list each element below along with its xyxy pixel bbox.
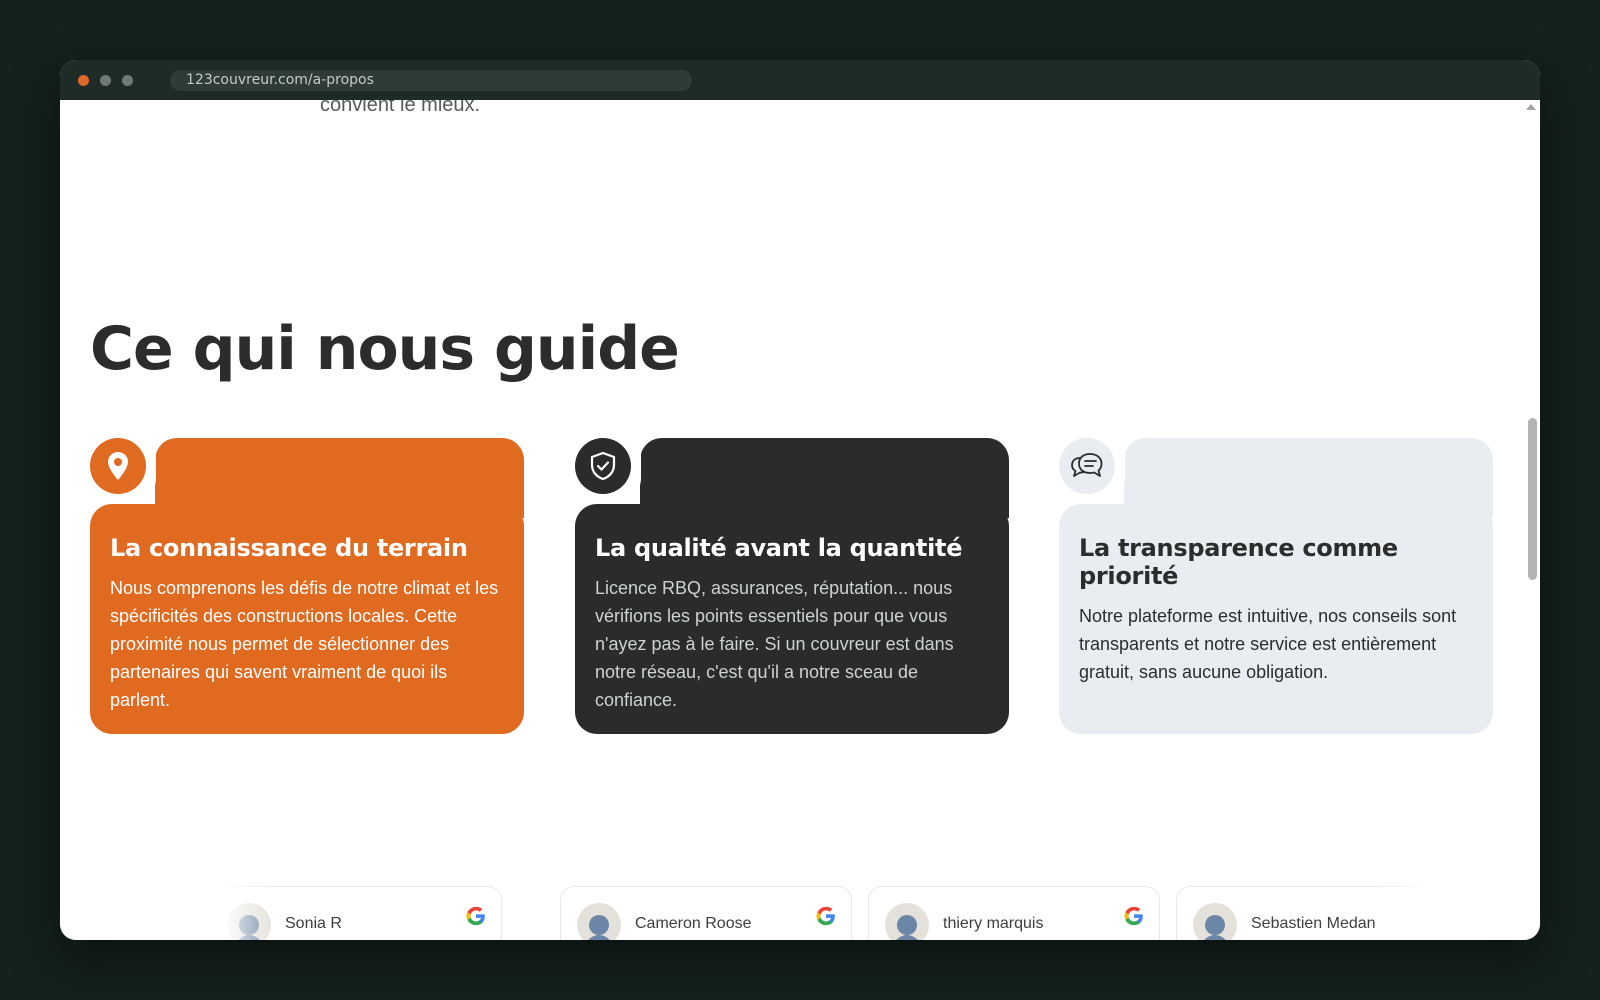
google-icon	[816, 906, 835, 926]
value-card-title: La transparence comme priorité	[1079, 534, 1398, 590]
value-card-title: La connaissance du terrain	[110, 534, 468, 562]
page-viewport: convient le mieux. Ce qui nous guide La …	[60, 100, 1540, 940]
avatar	[885, 903, 929, 940]
close-window-button[interactable]	[78, 75, 89, 86]
reviewer-name: Cameron Roose	[635, 915, 752, 932]
avatar	[1193, 903, 1237, 940]
previous-section-text: convient le mieux.	[320, 100, 481, 116]
reviewer-name: Sebastien Medan	[1251, 915, 1376, 932]
value-card-text: Notre plateforme est intuitive, nos cons…	[1079, 606, 1457, 682]
google-icon	[1124, 906, 1143, 926]
value-card-quality: La qualité avant la quantité Licence RBQ…	[575, 438, 1009, 734]
browser-window: 123couvreur.com/a-propos convient le mie…	[60, 60, 1540, 940]
scrollbar-thumb[interactable]	[1528, 418, 1537, 580]
reviewer-name: thiery marquis	[943, 915, 1044, 932]
value-card-body: La connaissance du terrain Nous compreno…	[90, 504, 524, 734]
value-card-text: Nous comprenons les défis de notre clima…	[110, 578, 499, 710]
address-bar[interactable]: 123couvreur.com/a-propos	[170, 70, 692, 91]
shield-check-icon	[575, 438, 631, 494]
avatar	[577, 903, 621, 940]
value-card-body: La transparence comme priorité Notre pla…	[1059, 504, 1493, 734]
minimize-window-button[interactable]	[100, 75, 111, 86]
value-card-text: Licence RBQ, assurances, réputation... n…	[595, 578, 954, 710]
review-card[interactable]: Cameron Roose	[560, 886, 852, 940]
value-card-transparency: La transparence comme priorité Notre pla…	[1059, 438, 1493, 734]
value-card-terrain: La connaissance du terrain Nous compreno…	[90, 438, 524, 734]
google-icon	[466, 906, 485, 926]
title-bar: 123couvreur.com/a-propos	[60, 60, 1540, 100]
value-card-body: La qualité avant la quantité Licence RBQ…	[575, 504, 1009, 734]
reviews-carousel[interactable]: Sonia R Cameron Roose thiery marquis Seb…	[210, 886, 1440, 940]
map-pin-icon	[90, 438, 146, 494]
reviewer-name: Sonia R	[285, 915, 342, 932]
scroll-up-arrow-icon[interactable]	[1526, 104, 1536, 110]
review-card[interactable]: thiery marquis	[868, 886, 1160, 940]
chat-bubbles-icon	[1059, 438, 1115, 494]
maximize-window-button[interactable]	[122, 75, 133, 86]
value-card-title: La qualité avant la quantité	[595, 534, 963, 562]
section-title: Ce qui nous guide	[90, 314, 680, 384]
